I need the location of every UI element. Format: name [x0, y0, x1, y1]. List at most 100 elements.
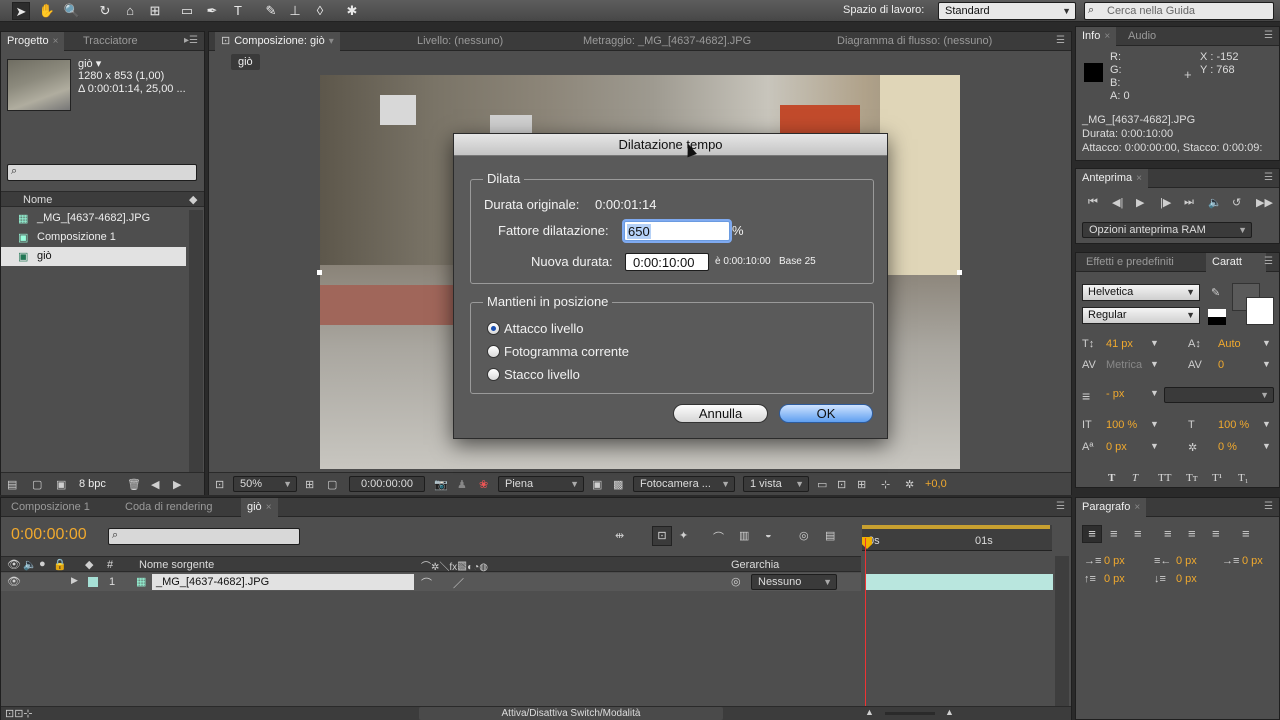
frame-blending-icon[interactable]: ▥ — [739, 529, 749, 542]
close-icon[interactable]: × — [1134, 502, 1140, 513]
chevron-down-icon[interactable]: ▼ — [1262, 338, 1271, 348]
layer-label-color[interactable] — [88, 577, 98, 587]
clone-stamp-tool-icon[interactable]: ⊥ — [286, 2, 304, 20]
justify-last-center-icon[interactable]: ≡ — [1188, 526, 1196, 541]
close-icon[interactable]: × — [1104, 31, 1110, 42]
faux-bold-button[interactable]: T — [1108, 472, 1115, 484]
stroke-width-value[interactable]: - px — [1106, 388, 1124, 400]
chevron-down-icon[interactable]: ▼ — [1150, 338, 1159, 348]
quality-switch-icon[interactable]: ／ — [453, 575, 464, 591]
tab-project[interactable]: Progetto × — [1, 32, 65, 51]
new-duration-input[interactable]: 0:00:10:00 — [625, 253, 709, 271]
lock-icon[interactable]: ⊡ — [221, 35, 230, 47]
region-of-interest-icon[interactable]: ▣ — [592, 478, 602, 491]
eraser-tool-icon[interactable]: ◊ — [311, 2, 329, 20]
exposure-value[interactable]: +0,0 — [925, 478, 947, 490]
space-after-value[interactable]: 0 px — [1176, 573, 1197, 585]
indent-first-line-value[interactable]: 0 px — [1242, 555, 1263, 567]
tab-composizione-1[interactable]: Composizione 1 — [5, 498, 96, 517]
tab-preview[interactable]: Anteprima × — [1076, 169, 1148, 188]
justify-last-left-icon[interactable]: ≡ — [1164, 526, 1172, 541]
tab-character[interactable]: Caratt — [1206, 253, 1266, 272]
trash-icon[interactable]: 🗑 — [127, 478, 141, 491]
stroke-style-dropdown[interactable]: ▼ — [1164, 387, 1274, 403]
justify-all-icon[interactable]: ≡ — [1242, 526, 1250, 541]
superscript-button[interactable]: T¹ — [1212, 472, 1222, 484]
current-time-field[interactable]: 0:00:00:00 — [349, 476, 425, 492]
panel-menu-icon[interactable]: ☰ — [1056, 35, 1065, 46]
tab-composition[interactable]: ⊡ Composizione: giò ▾ — [215, 32, 340, 51]
horizontal-scale-value[interactable]: 100 % — [1218, 419, 1249, 431]
radio-current-frame[interactable] — [487, 345, 500, 358]
kerning-value[interactable]: Metrica — [1106, 359, 1142, 371]
brainstorm-icon[interactable]: ◎ — [799, 529, 809, 542]
camera-tool-icon[interactable]: ⌂ — [121, 2, 139, 20]
white-swatch[interactable] — [1208, 309, 1226, 317]
play-icon[interactable]: ▶ — [1136, 196, 1144, 209]
new-comp-icon[interactable]: ▣ — [56, 478, 66, 491]
layer-handle[interactable] — [957, 270, 962, 275]
always-preview-icon[interactable]: ⊡ — [215, 478, 224, 491]
parent-dropdown[interactable]: Nessuno ▼ — [751, 574, 837, 590]
chevron-down-icon[interactable]: ▼ — [1150, 419, 1159, 429]
reset-exposure-icon[interactable]: ✲ — [905, 478, 914, 491]
justify-last-right-icon[interactable]: ≡ — [1212, 526, 1220, 541]
current-time-indicator[interactable] — [865, 538, 866, 710]
camera-dropdown[interactable]: Fotocamera ... ▼ — [633, 476, 735, 492]
previous-frame-icon[interactable]: ◀| — [1112, 196, 1123, 209]
new-folder-icon[interactable]: ▢ — [32, 478, 42, 491]
pen-tool-icon[interactable]: ✒ — [203, 2, 221, 20]
align-right-icon[interactable]: ≡ — [1134, 526, 1142, 541]
chevron-down-icon[interactable]: ▼ — [1150, 359, 1159, 369]
mini-flowchart-icon[interactable]: ⇹ — [615, 529, 624, 542]
hide-shy-layers-icon[interactable]: ⌒ — [713, 529, 724, 545]
tsume-value[interactable]: 0 % — [1218, 441, 1237, 453]
pick-whip-icon[interactable]: ◎ — [731, 575, 741, 588]
faux-italic-button[interactable]: T — [1132, 472, 1138, 484]
panel-menu-icon[interactable]: ☰ — [1056, 501, 1065, 512]
close-icon[interactable]: × — [53, 36, 59, 47]
tab-tracker[interactable]: Tracciatore — [77, 32, 144, 51]
live-update-icon[interactable]: ⊡ — [652, 526, 672, 546]
current-timecode[interactable]: 0:00:00:00 — [11, 526, 87, 544]
shy-switch-icon[interactable]: ⌒ — [421, 575, 432, 591]
font-style-dropdown[interactable]: Regular ▼ — [1082, 307, 1200, 324]
table-row[interactable]: 👁 ▶ 1 ▦ _MG_[4637-4682].JPG ⌒ ／ ◎ Nessun… — [1, 573, 861, 591]
mask-visibility-icon[interactable]: ▢ — [327, 478, 337, 491]
eyedropper-icon[interactable]: ✎ — [1211, 286, 1220, 299]
indent-left-value[interactable]: 0 px — [1104, 555, 1125, 567]
tab-gio[interactable]: giò × — [241, 498, 278, 517]
ok-button[interactable]: OK — [779, 404, 873, 423]
ram-preview-options[interactable]: Opzioni anteprima RAM ▼ — [1082, 222, 1252, 238]
time-ruler[interactable]: 0s 01s — [862, 525, 1052, 551]
panel-menu-icon[interactable]: ☰ — [1264, 30, 1273, 41]
space-before-value[interactable]: 0 px — [1104, 573, 1125, 585]
next-frame-icon[interactable]: |▶ — [1160, 196, 1171, 209]
draft-3d-icon[interactable]: ✦ — [679, 529, 688, 542]
tab-effects[interactable]: Effetti e predefiniti — [1080, 253, 1180, 272]
small-caps-button[interactable]: Tт — [1186, 472, 1198, 484]
panel-menu-icon[interactable]: ☰ — [1264, 256, 1273, 267]
zoom-tool-icon[interactable]: 🔍 — [63, 2, 81, 20]
radio-layer-in-point[interactable] — [487, 322, 500, 335]
list-item[interactable]: ▦ _MG_[4637-4682].JPG — [1, 209, 186, 228]
arrow-right-icon[interactable]: ▶ — [173, 478, 181, 491]
panel-menu-icon[interactable]: ▸☰ — [184, 35, 198, 46]
chevron-down-icon[interactable]: ▾ — [329, 36, 334, 47]
first-frame-icon[interactable]: ⏮ — [1088, 196, 1098, 209]
stroke-color-swatch[interactable] — [1246, 297, 1274, 325]
brush-tool-icon[interactable]: ✎ — [262, 2, 280, 20]
project-scrollbar[interactable] — [189, 210, 203, 472]
zoom-out-icon[interactable]: ▲ — [865, 707, 874, 717]
leading-value[interactable]: Auto — [1218, 338, 1241, 350]
zoom-in-icon[interactable]: ▲ — [945, 707, 954, 717]
layer-name[interactable]: _MG_[4637-4682].JPG — [152, 574, 414, 590]
timeline-scrollbar[interactable] — [1055, 556, 1069, 706]
disclosure-triangle-icon[interactable]: ▶ — [71, 575, 78, 586]
toggle-pixel-aspect-icon[interactable]: ▭ — [817, 478, 827, 491]
ram-preview-icon[interactable]: ▶▶ — [1256, 196, 1273, 209]
list-item[interactable]: ▣ Composizione 1 — [1, 228, 186, 247]
selection-tool-icon[interactable]: ➤ — [12, 2, 30, 20]
close-icon[interactable]: × — [1136, 173, 1142, 184]
timeline-icon[interactable]: ⊞ — [857, 478, 866, 491]
